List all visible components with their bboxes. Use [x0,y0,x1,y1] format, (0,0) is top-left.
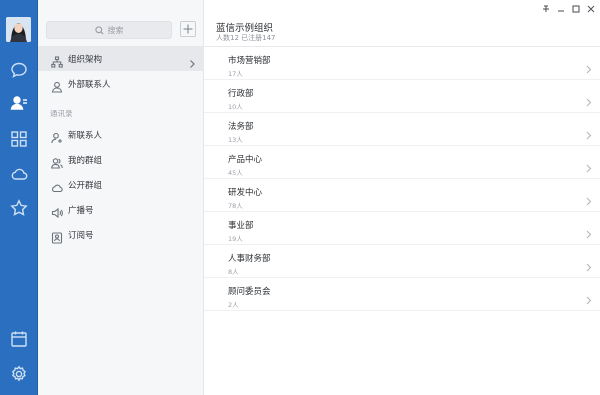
apps-grid-icon[interactable] [9,129,29,149]
department-count: 8人 [228,268,239,276]
department-row[interactable]: 顾问委员会 2人 [204,278,600,311]
contacts-icon[interactable] [9,93,29,113]
chat-bubble-icon[interactable] [9,60,29,80]
search-placeholder: 搜索 [107,25,124,35]
pin-icon[interactable] [540,3,552,15]
nav-item-org-structure[interactable]: 组织架构 [38,46,204,71]
org-chart-icon [51,53,63,68]
department-count: 10人 [228,103,243,111]
chevron-right-icon [586,290,592,305]
nav-item-label: 新联系人 [68,130,103,141]
nav-item-label: 订阅号 [68,230,94,241]
department-count: 78人 [228,202,243,210]
nav-item-external-contacts[interactable]: 外部联系人 [38,71,204,96]
star-icon[interactable] [9,198,29,218]
avatar[interactable] [6,17,31,42]
department-name: 顾问委员会 [228,287,271,297]
nav-item-label: 广播号 [68,205,94,216]
nav-item-label: 公开群组 [68,180,103,191]
department-count: 13人 [228,136,243,144]
close-icon[interactable] [585,3,597,15]
add-person-icon [51,129,63,143]
department-name: 市场营销部 [228,56,271,66]
department-name: 人事财务部 [228,254,271,264]
subscription-icon [51,229,63,244]
department-name: 事业部 [228,221,254,231]
main-panel: 蓝信示例组织 人数12 已注册147 市场营销部 17人 行政部 10人 法务部… [204,0,600,395]
chevron-right-icon [188,54,196,68]
org-stats: 人数12 已注册147 [216,34,276,42]
department-count: 2人 [228,301,239,309]
chevron-right-icon [586,59,592,74]
minimize-icon[interactable] [555,3,567,15]
chevron-right-icon [586,191,592,206]
chevron-right-icon [586,158,592,173]
group-icon [50,154,63,169]
cloud-group-icon [51,179,63,192]
department-name: 行政部 [228,89,254,99]
sidebar-rail [0,0,38,395]
nav-item-subscriptions[interactable]: 订阅号 [38,222,204,247]
speaker-icon [51,204,63,218]
department-count: 19人 [228,235,243,243]
chevron-right-icon [586,224,592,239]
chevron-right-icon [586,125,592,140]
department-row[interactable]: 人事财务部 8人 [204,245,600,278]
department-count: 45人 [228,169,243,177]
department-name: 法务部 [228,122,254,132]
chevron-right-icon [586,92,592,107]
nav-item-my-groups[interactable]: 我的群组 [38,147,204,172]
nav-item-label: 我的群组 [68,155,103,166]
chevron-right-icon [586,257,592,272]
department-count: 17人 [228,70,243,78]
maximize-icon[interactable] [570,3,582,15]
department-row[interactable]: 市场营销部 17人 [204,47,600,80]
plus-icon [183,24,193,34]
search-icon [94,25,104,35]
page-title: 蓝信示例组织 [216,23,274,34]
calendar-icon[interactable] [9,329,29,349]
settings-gear-icon[interactable] [9,364,29,384]
nav-item-broadcast[interactable]: 广播号 [38,197,204,222]
department-row[interactable]: 研发中心 78人 [204,179,600,212]
section-label-address-book: 通讯录 [50,109,73,118]
department-row[interactable]: 行政部 10人 [204,80,600,113]
person-outline-icon [51,78,63,93]
contacts-panel: 搜索 组织架构 外部联系人 通讯录 新联系人 我的群组 公开群组 广播号 订阅号 [38,0,204,395]
department-row[interactable]: 事业部 19人 [204,212,600,245]
department-row[interactable]: 产品中心 45人 [204,146,600,179]
department-name: 研发中心 [228,188,263,198]
department-name: 产品中心 [228,155,263,165]
department-row[interactable]: 法务部 13人 [204,113,600,146]
nav-item-public-groups[interactable]: 公开群组 [38,172,204,197]
cloud-icon[interactable] [9,164,29,184]
nav-item-label: 组织架构 [68,54,103,65]
search-input[interactable]: 搜索 [46,21,172,39]
nav-item-new-contacts[interactable]: 新联系人 [38,122,204,147]
nav-item-label: 外部联系人 [68,79,111,90]
add-button[interactable] [180,21,196,37]
